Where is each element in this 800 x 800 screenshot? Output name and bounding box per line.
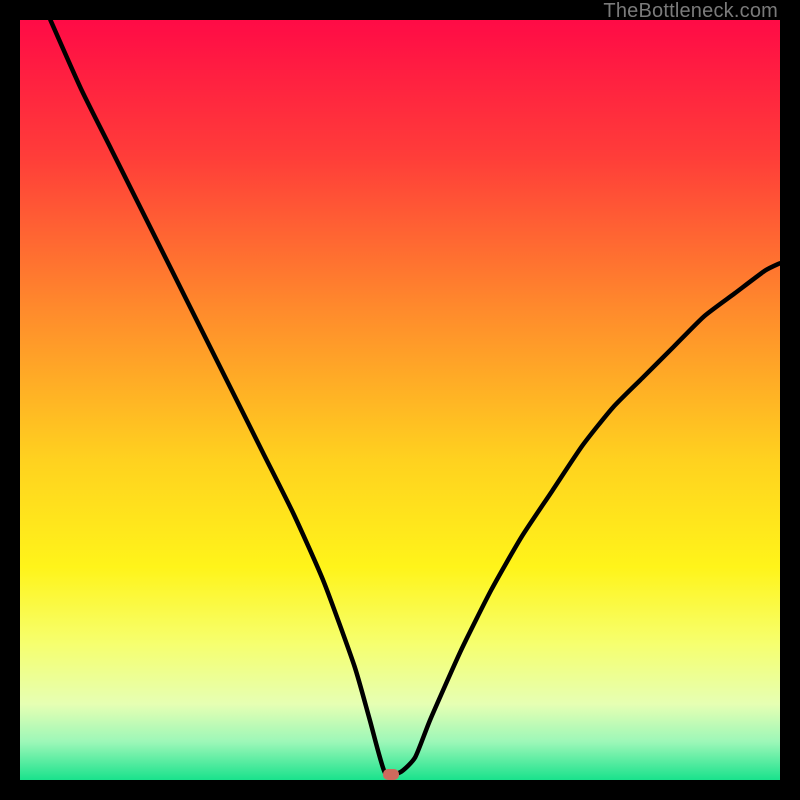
plot-area xyxy=(20,20,780,780)
optimal-marker xyxy=(383,769,399,780)
chart-frame: TheBottleneck.com xyxy=(0,0,800,800)
bottleneck-curve xyxy=(20,20,780,780)
attribution-text: TheBottleneck.com xyxy=(603,0,778,23)
